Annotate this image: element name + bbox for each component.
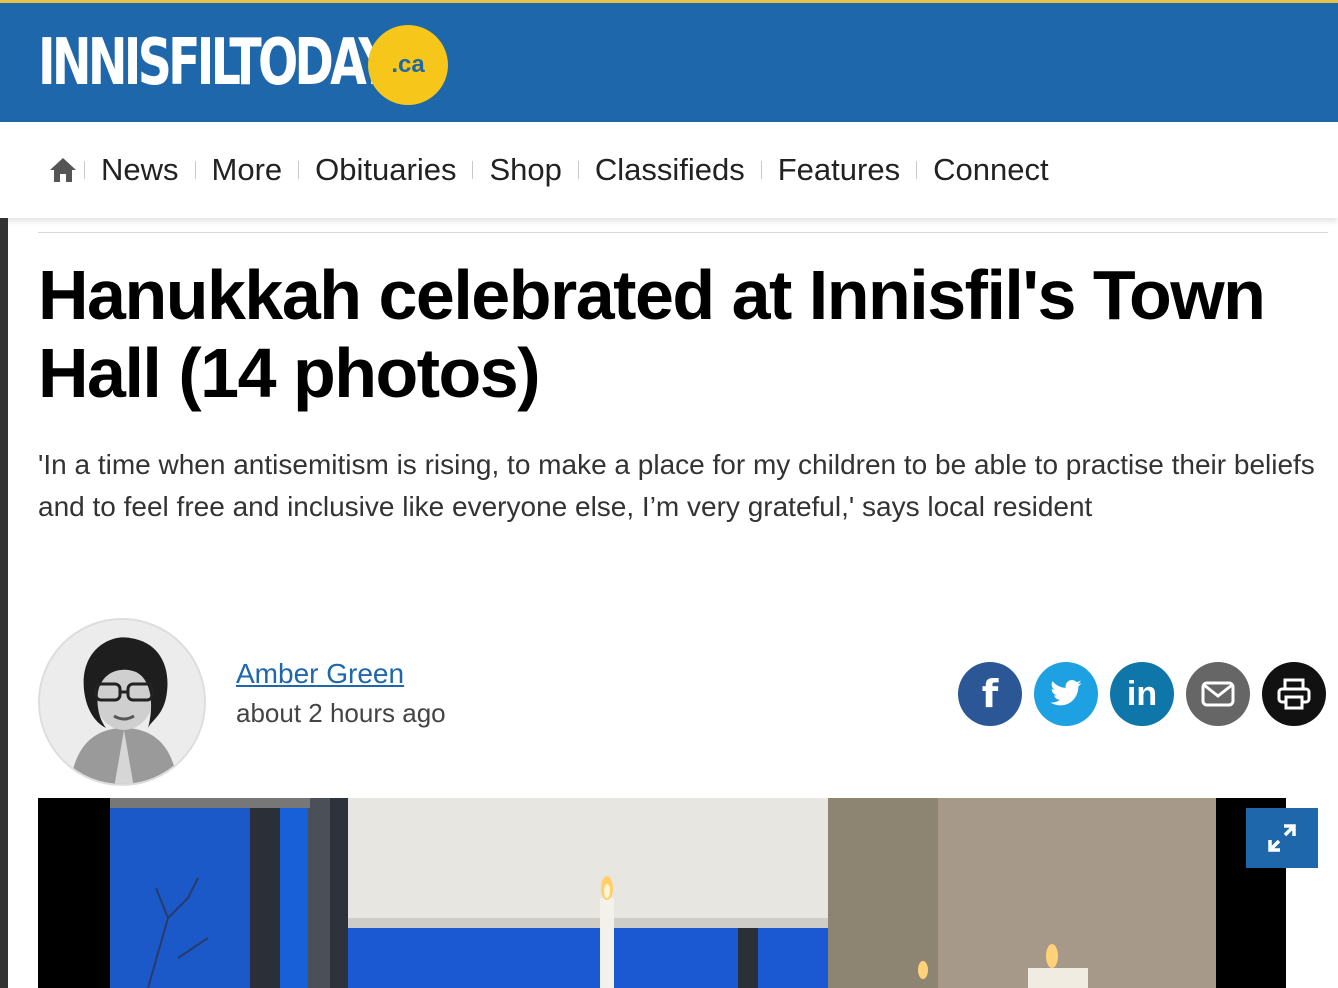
nav-divider	[194, 161, 196, 179]
linkedin-share-button[interactable]: in	[1110, 662, 1174, 726]
nav-divider	[577, 161, 579, 179]
publish-time: about 2 hours ago	[236, 698, 446, 728]
share-buttons: f in	[958, 662, 1326, 726]
page-edge-strip	[0, 218, 8, 988]
nav-divider	[472, 161, 474, 179]
expand-icon	[1268, 824, 1296, 852]
linkedin-icon: in	[1126, 674, 1158, 713]
logo-text: INNISFILTODAY	[38, 26, 393, 100]
nav-item-news[interactable]: News	[101, 152, 179, 188]
site-header: INNISFILTODAY .ca	[0, 0, 1338, 122]
twitter-icon	[1050, 680, 1082, 706]
nav-item-classifieds[interactable]: Classifieds	[595, 152, 745, 188]
article-photo[interactable]	[38, 798, 1286, 988]
facebook-icon: f	[981, 672, 999, 716]
email-share-button[interactable]	[1186, 662, 1250, 726]
author-name-link[interactable]: Amber Green	[236, 658, 404, 690]
nav-divider	[84, 161, 85, 179]
email-icon	[1201, 681, 1235, 707]
article-subtitle: 'In a time when antisemitism is rising, …	[38, 449, 1315, 522]
nav-divider	[916, 161, 918, 179]
facebook-share-button[interactable]: f	[958, 662, 1022, 726]
divider	[38, 232, 1328, 233]
nav-item-more[interactable]: More	[212, 152, 283, 188]
logo-badge: .ca	[368, 25, 448, 105]
nav-divider	[298, 161, 300, 179]
main-nav: News More Obituaries Shop Classifieds Fe…	[0, 122, 1338, 218]
site-logo[interactable]: INNISFILTODAY .ca	[38, 25, 513, 105]
nav-divider	[760, 161, 762, 179]
nav-item-obituaries[interactable]: Obituaries	[315, 152, 456, 188]
nav-item-connect[interactable]: Connect	[933, 152, 1048, 188]
nav-item-features[interactable]: Features	[778, 152, 900, 188]
nav-item-shop[interactable]: Shop	[489, 152, 561, 188]
author-avatar[interactable]	[38, 618, 206, 786]
print-button[interactable]	[1262, 662, 1326, 726]
print-icon	[1277, 678, 1311, 710]
expand-photo-button[interactable]	[1246, 808, 1318, 868]
home-icon[interactable]	[48, 155, 78, 185]
article-title: Hanukkah celebrated at Innisfil's Town H…	[38, 256, 1266, 412]
twitter-share-button[interactable]	[1034, 662, 1098, 726]
